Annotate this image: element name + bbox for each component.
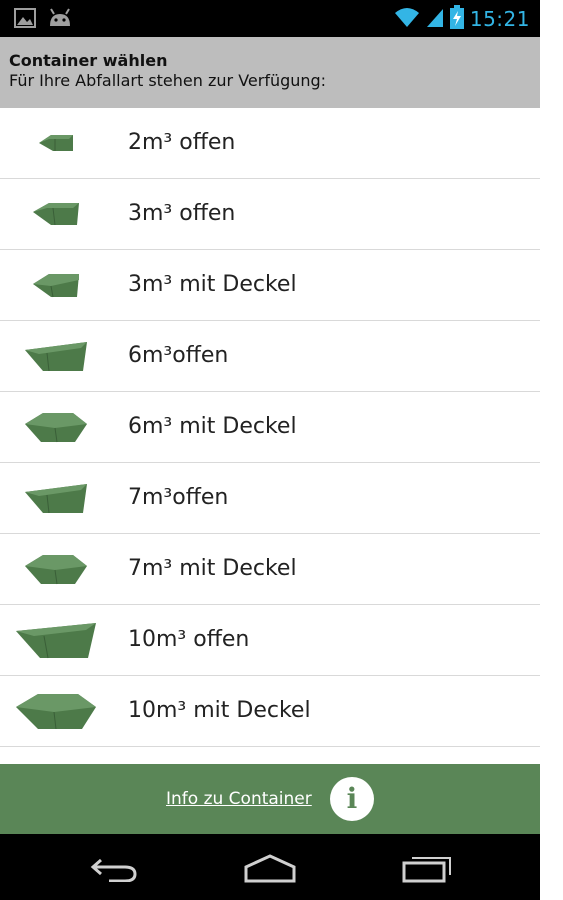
page-title: Container wählen — [9, 51, 168, 70]
list-item[interactable]: 6m³ mit Deckel — [0, 392, 540, 464]
container-label: 6m³ mit Deckel — [128, 414, 297, 439]
container-lid-icon — [0, 534, 112, 604]
list-item[interactable]: 2m³ offen — [0, 108, 540, 180]
status-bar: 15:21 — [0, 0, 540, 37]
info-link[interactable]: Info zu Container — [166, 764, 312, 834]
container-open-icon — [0, 321, 112, 391]
list-item[interactable]: 6m³offen — [0, 321, 540, 393]
container-open-icon — [0, 179, 112, 249]
container-label: 3m³ mit Deckel — [128, 272, 297, 297]
home-icon[interactable] — [240, 850, 300, 886]
container-label: 6m³offen — [128, 343, 229, 368]
battery-charging-icon — [449, 5, 464, 33]
clock: 15:21 — [469, 7, 530, 31]
container-list: 2m³ offen 3m³ offen 3m³ mit Deckel 6m³of… — [0, 108, 540, 764]
android-icon — [48, 8, 72, 32]
list-item[interactable]: 7m³ mit Deckel — [0, 534, 540, 606]
list-item[interactable]: 7m³offen — [0, 463, 540, 535]
info-icon[interactable]: i — [330, 777, 374, 821]
container-lid-icon — [0, 676, 112, 746]
page-subtitle: Für Ihre Abfallart stehen zur Verfügung: — [9, 71, 327, 90]
back-icon[interactable] — [84, 850, 144, 886]
container-label: 10m³ offen — [128, 627, 250, 652]
container-open-icon — [0, 605, 112, 675]
list-item[interactable]: 3m³ mit Deckel — [0, 250, 540, 322]
list-item[interactable]: 3m³ offen — [0, 179, 540, 251]
app-screen: 15:21 Container wählen Für Ihre Abfallar… — [0, 0, 540, 900]
container-open-icon — [0, 463, 112, 533]
navigation-bar — [0, 834, 540, 900]
container-lid-icon — [0, 250, 112, 320]
signal-icon — [426, 6, 444, 32]
container-label: 3m³ offen — [128, 201, 236, 226]
list-item[interactable]: 10m³ mit Deckel — [0, 676, 540, 748]
list-item-partial[interactable] — [0, 747, 540, 764]
header: Container wählen Für Ihre Abfallart steh… — [0, 37, 540, 108]
container-open-icon — [0, 108, 112, 178]
wifi-icon — [394, 6, 420, 32]
container-label: 2m³ offen — [128, 130, 236, 155]
container-label: 10m³ mit Deckel — [128, 698, 311, 723]
container-label: 7m³offen — [128, 485, 229, 510]
container-lid-icon — [0, 392, 112, 462]
info-bar: Info zu Container i — [0, 764, 540, 834]
list-item[interactable]: 10m³ offen — [0, 605, 540, 677]
image-icon — [14, 8, 36, 32]
recent-apps-icon[interactable] — [398, 850, 458, 886]
container-label: 7m³ mit Deckel — [128, 556, 297, 581]
